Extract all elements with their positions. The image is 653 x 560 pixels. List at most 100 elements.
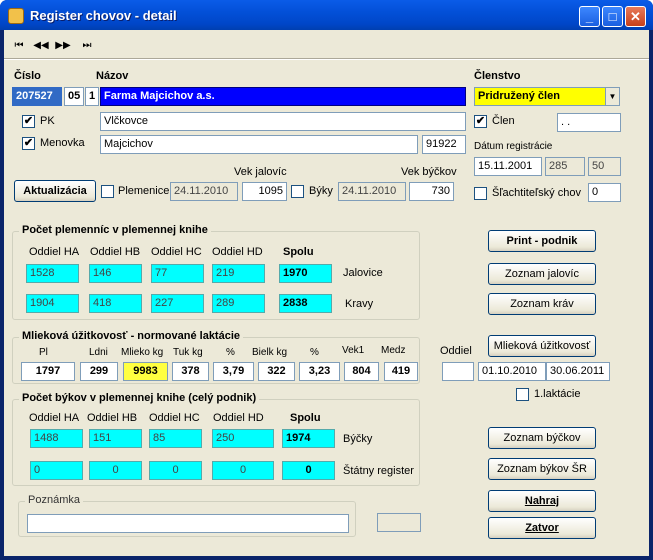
close-button[interactable]: ✕ (625, 6, 646, 27)
mlieko-value[interactable]: 322 (258, 362, 295, 381)
zoznam-jalovic-button[interactable]: Zoznam jalovíc (488, 263, 596, 285)
next-record-icon[interactable]: ▶▶ (54, 38, 72, 54)
prev-record-icon[interactable]: ◀◀ (32, 38, 50, 54)
mlieko-value[interactable]: 378 (172, 362, 209, 381)
bykov-cell-total[interactable]: 0 (282, 461, 335, 480)
oddiel-do-field[interactable]: 30.06.2011 (546, 362, 610, 381)
plemenic-cell-total[interactable]: 1970 (279, 264, 332, 283)
laktacie-checkbox[interactable] (516, 388, 529, 401)
oddiel-field[interactable] (442, 362, 474, 381)
clenstvo-select[interactable]: Pridružený člen ▼ (474, 87, 620, 106)
menovka-code-field[interactable]: 91922 (422, 135, 466, 154)
mlieko-value[interactable]: 299 (80, 362, 118, 381)
client-area: ⏮ ◀◀ ▶▶ ⏭ Číslo Názov Členstvo 207527 05… (4, 30, 649, 556)
slachtitelsky-field[interactable]: 0 (588, 183, 621, 202)
datum-v2-field: 285 (545, 157, 585, 176)
mlieko-value[interactable]: 419 (384, 362, 418, 381)
zoznam-byckov-button[interactable]: Zoznam býčkov (488, 427, 596, 449)
plemenic-cell[interactable]: 1904 (26, 294, 79, 313)
bykov-cell-total[interactable]: 1974 (282, 429, 335, 448)
mlieko-value[interactable]: 3,79 (213, 362, 254, 381)
cislo3-field[interactable]: 1 (85, 87, 99, 106)
menovka-checkbox[interactable]: ✔ (22, 137, 35, 150)
plemenic-cell[interactable]: 219 (212, 264, 265, 283)
pk-checkbox[interactable]: ✔ (22, 115, 35, 128)
plemenic-cell[interactable]: 146 (89, 264, 142, 283)
bykov-header: Oddiel HB (87, 412, 138, 424)
zoznam-bykov-sr-button[interactable]: Zoznam býkov ŠR (488, 458, 596, 480)
clen-checkbox[interactable]: ✔ (474, 115, 487, 128)
menovka-label: Menovka (40, 137, 85, 149)
bykov-cell[interactable]: 250 (212, 429, 274, 448)
window: Register chovov - detail _ □ ✕ ⏮ ◀◀ ▶▶ ⏭… (0, 0, 653, 560)
mlieko-header: Ldni (89, 347, 108, 358)
clen-date-field[interactable]: . . (557, 113, 621, 132)
poznamka-field[interactable] (27, 514, 349, 533)
bykov-header: Oddiel HD (213, 412, 264, 424)
mlieko-value[interactable]: 804 (344, 362, 379, 381)
pk-field[interactable]: Vlčkovce (100, 112, 466, 131)
nahraj-button[interactable]: Nahraj (488, 490, 596, 512)
bykov-cell[interactable]: 0 (30, 461, 83, 480)
datum-v3-field: 50 (588, 157, 621, 176)
first-record-icon[interactable]: ⏮ (10, 38, 28, 54)
zoznam-krav-button[interactable]: Zoznam kráv (488, 293, 596, 315)
plemenic-group: Počet plemenníc v plemennej knihe Oddiel… (12, 224, 420, 320)
window-title: Register chovov - detail (30, 8, 177, 23)
plemenic-header: Spolu (283, 246, 314, 258)
plemenic-group-title: Počet plemenníc v plemennej knihe (19, 224, 211, 236)
slachtitelsky-checkbox[interactable] (474, 187, 487, 200)
bykov-header: Oddiel HC (149, 412, 200, 424)
bykov-header: Oddiel HA (29, 412, 80, 424)
plemenic-cell-total[interactable]: 2838 (279, 294, 332, 313)
poznamka-label: Poznámka (25, 494, 83, 506)
laktacie-label: 1.laktácie (534, 388, 581, 400)
cislo2-field[interactable]: 05 (64, 87, 84, 106)
bykov-cell[interactable]: 0 (89, 461, 142, 480)
toolbar-separator (4, 58, 649, 60)
print-podnik-button[interactable]: Print - podnik (488, 230, 596, 252)
chevron-down-icon[interactable]: ▼ (605, 88, 619, 105)
datum-field[interactable]: 15.11.2001 (474, 157, 542, 176)
mlieko-value[interactable]: 3,23 (299, 362, 340, 381)
plemenic-cell[interactable]: 1528 (26, 264, 79, 283)
mlieko-group-title: Mlieková úžitkovosť - normované laktácie (19, 330, 244, 342)
plemenice-label: Plemenice (118, 185, 170, 197)
bykov-cell[interactable]: 85 (149, 429, 202, 448)
bykov-cell[interactable]: 151 (89, 429, 142, 448)
vek-byckov-label: Vek býčkov (401, 166, 457, 178)
app-icon (8, 8, 24, 24)
bykov-header: Spolu (290, 412, 321, 424)
plemenic-cell[interactable]: 418 (89, 294, 142, 313)
cislo-field[interactable]: 207527 (12, 87, 62, 106)
plemenice-date-field: 24.11.2010 (170, 182, 238, 201)
mliekova-uzitkovost-button[interactable]: Mlieková úžitkovosť (488, 335, 596, 357)
aktualizacia-button[interactable]: Aktualizácia (14, 180, 96, 202)
plemenic-row-label: Kravy (345, 298, 374, 310)
bykov-cell[interactable]: 0 (149, 461, 202, 480)
oddiel-od-field[interactable]: 01.10.2010 (478, 362, 546, 381)
plemenice-checkbox[interactable] (101, 185, 114, 198)
maximize-button[interactable]: □ (602, 6, 623, 27)
last-record-icon[interactable]: ⏭ (78, 38, 96, 54)
plemenic-cell[interactable]: 289 (212, 294, 265, 313)
zatvor-button[interactable]: Zatvor (488, 517, 596, 539)
mlieko-header: % (310, 347, 319, 358)
minimize-button[interactable]: _ (579, 6, 600, 27)
bykov-cell[interactable]: 0 (212, 461, 274, 480)
bykov-cell[interactable]: 1488 (30, 429, 83, 448)
plemenic-cell[interactable]: 227 (151, 294, 204, 313)
mlieko-value[interactable]: 1797 (21, 362, 75, 381)
title-bar[interactable]: Register chovov - detail _ □ ✕ (0, 0, 653, 30)
oddiel-label: Oddiel (440, 345, 472, 357)
menovka-field[interactable]: Majcichov (100, 135, 418, 154)
plemenic-cell[interactable]: 77 (151, 264, 204, 283)
plemenic-row-label: Jalovice (343, 267, 383, 279)
byky-checkbox[interactable] (291, 185, 304, 198)
poznamka-group: Poznámka (18, 494, 356, 537)
nazov-field[interactable]: Farma Majcichov a.s. (100, 87, 466, 106)
mlieko-value[interactable]: 9983 (123, 362, 168, 381)
clenstvo-label: Členstvo (474, 70, 521, 82)
vek-byckov-field[interactable]: 730 (409, 182, 454, 201)
vek-jalovic-field[interactable]: 1095 (242, 182, 287, 201)
